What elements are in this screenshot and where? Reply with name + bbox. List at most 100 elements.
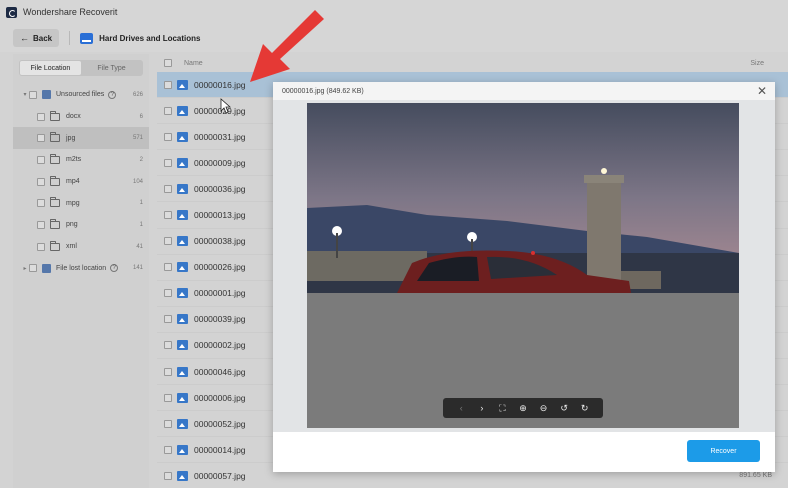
row-checkbox[interactable] bbox=[164, 211, 172, 220]
folder-checkbox[interactable] bbox=[29, 264, 37, 273]
row-checkbox[interactable] bbox=[164, 263, 172, 272]
folder-checkbox[interactable] bbox=[37, 112, 45, 121]
preview-area: ‹ › ⛶ ⊕ ⊖ ↺ ↻ bbox=[273, 100, 775, 432]
app-title: Wondershare Recoverit bbox=[23, 7, 118, 17]
app-logo-icon bbox=[6, 6, 17, 18]
chevron-left-icon[interactable]: ‹ bbox=[454, 403, 468, 413]
row-checkbox[interactable] bbox=[164, 106, 172, 115]
zoom-out-icon[interactable]: ⊖ bbox=[537, 403, 551, 414]
sidebar-item-jpg[interactable]: jpg 571 bbox=[13, 127, 149, 150]
image-file-icon bbox=[177, 79, 188, 90]
close-icon[interactable]: ✕ bbox=[757, 84, 767, 98]
row-checkbox[interactable] bbox=[164, 132, 172, 141]
mouse-cursor-icon bbox=[220, 98, 232, 114]
file-name: 00000026.jpg bbox=[194, 262, 246, 273]
folder-checkbox[interactable] bbox=[37, 199, 45, 208]
recover-button[interactable]: Recover bbox=[687, 440, 760, 462]
row-checkbox[interactable] bbox=[164, 471, 172, 480]
select-all-checkbox[interactable] bbox=[164, 59, 172, 67]
file-size: 891.65 KB bbox=[739, 472, 772, 480]
folder-count: 626 bbox=[132, 91, 143, 98]
row-checkbox[interactable] bbox=[164, 289, 172, 298]
help-icon[interactable]: ? bbox=[108, 90, 117, 99]
file-name: 00000001.jpg bbox=[194, 288, 246, 299]
image-file-icon bbox=[177, 288, 188, 299]
fullscreen-icon[interactable]: ⛶ bbox=[495, 403, 509, 414]
folder-count: 1 bbox=[139, 200, 143, 207]
row-checkbox[interactable] bbox=[164, 237, 172, 246]
sidebar-item-xml[interactable]: xml 41 bbox=[13, 236, 149, 258]
nav-divider bbox=[69, 31, 71, 45]
folder-icon bbox=[50, 175, 60, 186]
file-name: 00000014.jpg bbox=[194, 444, 246, 455]
image-file-icon bbox=[177, 444, 188, 455]
folder-checkbox[interactable] bbox=[37, 220, 45, 229]
preview-dialog: 00000016.jpg (849.62 KB) ✕ ‹ › ⛶ ⊕ ⊖ ↺ ↻… bbox=[273, 82, 775, 472]
folder-checkbox[interactable] bbox=[37, 242, 45, 251]
folder-icon bbox=[50, 197, 60, 208]
row-checkbox[interactable] bbox=[164, 184, 172, 193]
image-file-icon bbox=[177, 340, 188, 351]
folder-icon bbox=[50, 110, 60, 121]
file-name: 00000039.jpg bbox=[194, 314, 246, 325]
view-toggle: File Location File Type bbox=[19, 60, 143, 76]
rotate-left-icon[interactable]: ↺ bbox=[557, 403, 571, 414]
folder-label: Unsourced files bbox=[56, 91, 105, 99]
folder-count: 2 bbox=[139, 156, 143, 163]
back-button[interactable]: ← Back bbox=[13, 29, 60, 47]
folder-tree: ▾ Unsourced files? 626 docx 6 jpg 571 m2ts 2 mp4 1… bbox=[13, 84, 149, 279]
image-file-icon bbox=[177, 157, 188, 168]
sidebar-item-unsourced-files[interactable]: ▾ Unsourced files? 626 bbox=[13, 84, 149, 106]
row-checkbox[interactable] bbox=[164, 367, 172, 376]
expand-caret-icon[interactable]: ▸ bbox=[21, 265, 29, 272]
sidebar-item-mp4[interactable]: mp4 104 bbox=[13, 171, 149, 193]
folder-label: m2ts bbox=[66, 156, 82, 164]
chevron-right-icon[interactable]: › bbox=[475, 403, 489, 413]
row-checkbox[interactable] bbox=[164, 393, 172, 402]
sidebar-item-mpg[interactable]: mpg 1 bbox=[13, 192, 149, 214]
folder-icon bbox=[50, 132, 60, 143]
row-checkbox[interactable] bbox=[164, 341, 172, 350]
row-checkbox[interactable] bbox=[164, 80, 172, 89]
folder-icon bbox=[50, 218, 60, 229]
sidebar-item-docx[interactable]: docx 6 bbox=[13, 106, 149, 128]
image-file-icon bbox=[177, 392, 188, 403]
image-file-icon bbox=[177, 183, 188, 194]
column-name: Name bbox=[184, 59, 203, 67]
row-checkbox[interactable] bbox=[164, 158, 172, 167]
tab-file-type[interactable]: File Type bbox=[81, 61, 142, 75]
folder-checkbox[interactable] bbox=[37, 134, 45, 143]
folder-count: 571 bbox=[132, 135, 143, 142]
photo-car-harbor bbox=[307, 103, 739, 428]
expand-caret-icon[interactable]: ▾ bbox=[21, 91, 29, 98]
folder-count: 141 bbox=[132, 265, 143, 272]
image-file-icon bbox=[177, 418, 188, 429]
image-file-icon bbox=[177, 210, 188, 221]
sidebar-item-file-lost-location[interactable]: ▸ File lost location? 141 bbox=[13, 258, 149, 280]
file-name: 00000013.jpg bbox=[194, 210, 246, 221]
folder-checkbox[interactable] bbox=[37, 177, 45, 186]
file-name: 00000016.jpg bbox=[194, 79, 246, 90]
image-file-icon bbox=[177, 366, 188, 377]
folder-checkbox[interactable] bbox=[37, 155, 45, 164]
tab-file-location[interactable]: File Location bbox=[20, 61, 81, 75]
file-name: 00000052.jpg bbox=[194, 418, 246, 429]
image-file-icon bbox=[177, 470, 188, 481]
folder-label: png bbox=[66, 221, 78, 229]
back-button-label: Back bbox=[33, 33, 53, 43]
row-checkbox[interactable] bbox=[164, 315, 172, 324]
row-checkbox[interactable] bbox=[164, 445, 172, 454]
image-file-icon bbox=[177, 105, 188, 116]
preview-header: 00000016.jpg (849.62 KB) ✕ bbox=[273, 82, 775, 100]
folder-label: docx bbox=[66, 113, 81, 121]
row-checkbox[interactable] bbox=[164, 419, 172, 428]
sidebar-item-png[interactable]: png 1 bbox=[13, 214, 149, 236]
nav-bar: ← Back Hard Drives and Locations bbox=[0, 24, 788, 52]
folder-checkbox[interactable] bbox=[29, 90, 37, 99]
help-icon[interactable]: ? bbox=[110, 264, 119, 273]
sidebar-item-m2ts[interactable]: m2ts 2 bbox=[13, 149, 149, 171]
folder-label: mp4 bbox=[66, 178, 80, 186]
rotate-right-icon[interactable]: ↻ bbox=[578, 403, 592, 414]
folder-icon bbox=[42, 90, 51, 100]
zoom-in-icon[interactable]: ⊕ bbox=[516, 403, 530, 414]
